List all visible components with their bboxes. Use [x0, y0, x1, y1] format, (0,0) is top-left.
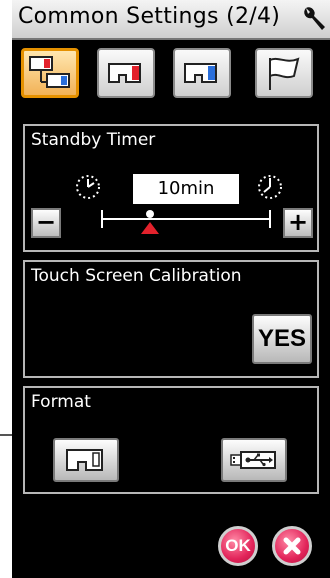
standby-slider-thumb[interactable] — [141, 222, 160, 234]
machine-icon — [66, 449, 103, 471]
clock-long-icon — [258, 175, 282, 199]
format-machine-button[interactable] — [53, 438, 119, 482]
tab-machine-red[interactable] — [97, 48, 155, 98]
title-bar: Common Settings (2/4) — [12, 0, 330, 40]
slider-knob — [146, 210, 155, 218]
slider-max-tick — [269, 210, 271, 228]
usb-icon — [230, 451, 276, 469]
calibration-title: Touch Screen Calibration — [31, 266, 242, 286]
machine-pair-icon — [29, 56, 70, 88]
page-title: Common Settings (2/4) — [18, 4, 281, 29]
format-panel: Format — [23, 386, 319, 494]
flag-icon — [269, 57, 300, 90]
standby-slider-track[interactable] — [103, 218, 271, 220]
increase-button[interactable]: + — [283, 208, 313, 238]
settings-screen: Common Settings (2/4) Standby Timer 10mi… — [12, 0, 330, 578]
tab-machine-blue[interactable] — [173, 48, 231, 98]
standby-timer-panel: Standby Timer 10min − + — [23, 124, 319, 252]
standby-value: 10min — [133, 174, 239, 204]
clock-short-icon — [76, 175, 100, 199]
format-title: Format — [31, 392, 91, 412]
standby-timer-title: Standby Timer — [31, 130, 156, 150]
tab-flag[interactable] — [255, 48, 313, 98]
decrease-button[interactable]: − — [31, 208, 61, 238]
machine-red-icon — [108, 63, 141, 83]
calibration-panel: Touch Screen Calibration YES — [23, 260, 319, 378]
ok-button[interactable]: OK — [218, 526, 258, 566]
machine-blue-icon — [184, 63, 217, 83]
tab-machine-pair[interactable] — [21, 48, 79, 98]
callout-leader-line — [0, 434, 12, 436]
close-button[interactable] — [272, 526, 312, 566]
wrench-icon — [304, 7, 325, 30]
format-usb-button[interactable] — [221, 438, 287, 482]
close-icon — [283, 537, 301, 555]
calibration-yes-button[interactable]: YES — [252, 314, 312, 364]
